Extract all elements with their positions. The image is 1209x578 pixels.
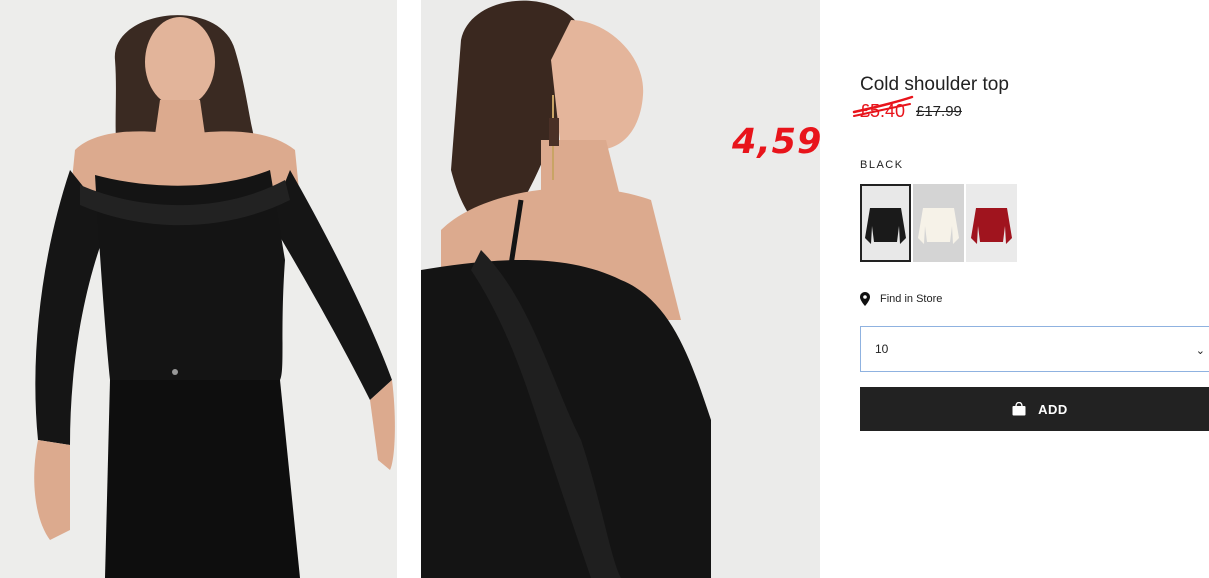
size-select[interactable]: 10 ⌄ bbox=[860, 326, 1209, 372]
handwritten-price: 4,59 bbox=[732, 122, 823, 162]
size-select-value: 10 bbox=[875, 342, 889, 356]
pin-icon bbox=[860, 292, 870, 306]
product-photo-side[interactable] bbox=[421, 0, 820, 578]
swatch-black[interactable] bbox=[860, 184, 911, 262]
add-button-label: ADD bbox=[1038, 401, 1068, 417]
bag-icon bbox=[1012, 402, 1026, 416]
product-title: Cold shoulder top bbox=[860, 74, 1009, 95]
chevron-down-icon: ⌄ bbox=[1195, 345, 1205, 357]
add-to-bag-button[interactable]: ADD bbox=[860, 387, 1209, 431]
find-in-store-link[interactable]: Find in Store bbox=[860, 292, 942, 306]
color-swatches bbox=[860, 184, 1017, 262]
color-label: BLACK bbox=[860, 159, 904, 171]
swatch-white[interactable] bbox=[913, 184, 964, 262]
scribble-strikethrough-icon bbox=[852, 95, 914, 117]
product-photo-front[interactable] bbox=[0, 0, 397, 578]
find-in-store-label: Find in Store bbox=[880, 293, 943, 305]
swatch-red[interactable] bbox=[966, 184, 1017, 262]
